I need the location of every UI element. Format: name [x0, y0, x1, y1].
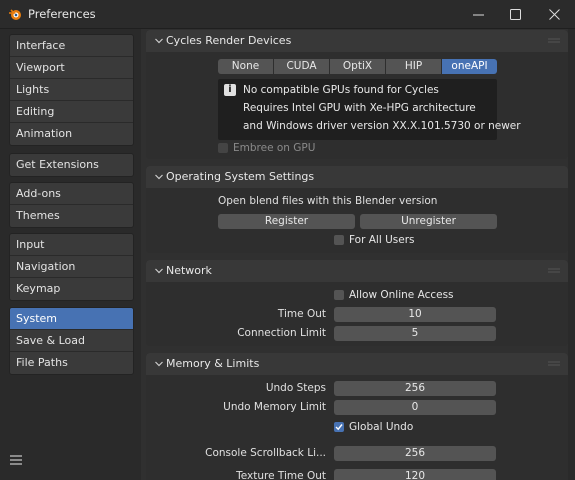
- undo-steps-label: Undo Steps: [265, 382, 326, 394]
- preferences-sidebar: Interface Viewport Lights Editing Animat…: [0, 29, 141, 480]
- embree-gpu-checkbox[interactable]: [218, 143, 228, 153]
- unregister-button[interactable]: Unregister: [360, 214, 497, 229]
- for-all-users-row[interactable]: For All Users: [334, 233, 415, 247]
- preferences-main-area: Cycles Render Devices None CUDA OptiX HI…: [146, 29, 568, 480]
- undo-steps-field[interactable]: 256: [334, 381, 496, 396]
- device-type-selector: None CUDA OptiX HIP oneAPI: [218, 59, 497, 74]
- sidebar-item-keymap[interactable]: Keymap: [10, 278, 133, 300]
- allow-online-label: Allow Online Access: [349, 289, 454, 301]
- panel-title: Memory & Limits: [166, 357, 260, 370]
- panel-title: Cycles Render Devices: [166, 34, 292, 47]
- for-all-users-checkbox[interactable]: [334, 235, 344, 245]
- minimize-button[interactable]: [459, 0, 497, 28]
- sidebar-item-animation[interactable]: Animation: [10, 123, 133, 145]
- main-scrollbar[interactable]: [568, 29, 575, 480]
- chevron-down-icon: [155, 268, 163, 274]
- texture-timeout-field[interactable]: 120: [334, 469, 496, 480]
- hamburger-menu-icon[interactable]: [10, 455, 22, 465]
- sidebar-item-editing[interactable]: Editing: [10, 101, 133, 123]
- for-all-users-label: For All Users: [349, 234, 415, 246]
- sidebar-item-navigation[interactable]: Navigation: [10, 256, 133, 278]
- embree-gpu-row[interactable]: Embree on GPU: [218, 141, 315, 155]
- panel-title: Operating System Settings: [166, 170, 315, 183]
- console-scrollback-field[interactable]: 256: [334, 446, 496, 461]
- info-icon: i: [224, 84, 236, 96]
- drag-grip-icon[interactable]: [548, 37, 560, 45]
- maximize-icon: [509, 8, 521, 20]
- texture-timeout-label: Texture Time Out: [236, 470, 326, 480]
- timeout-field[interactable]: 10: [334, 307, 496, 322]
- drag-grip-icon[interactable]: [548, 267, 560, 275]
- blender-logo-icon: [9, 9, 21, 20]
- chevron-down-icon: [155, 361, 163, 367]
- sidebar-item-viewport[interactable]: Viewport: [10, 57, 133, 79]
- info-line: Requires Intel GPU with Xe-HPG architect…: [243, 102, 476, 114]
- window-title: Preferences: [28, 7, 96, 21]
- register-button[interactable]: Register: [218, 214, 355, 229]
- close-button[interactable]: [535, 0, 573, 28]
- console-scrollback-label: Console Scrollback Li...: [205, 447, 326, 459]
- nav-group-system: System Save & Load File Paths: [9, 307, 134, 375]
- global-undo-label: Global Undo: [349, 421, 414, 433]
- panel-header-memory[interactable]: Memory & Limits: [146, 353, 568, 375]
- allow-online-checkbox[interactable]: [334, 290, 344, 300]
- panel-network: Network Allow Online Access Time Out 10 …: [146, 260, 568, 346]
- nav-group-input: Input Navigation Keymap: [9, 233, 134, 301]
- chevron-down-icon: [155, 38, 163, 44]
- device-option-cuda[interactable]: CUDA: [274, 59, 329, 74]
- allow-online-row[interactable]: Allow Online Access: [334, 288, 454, 302]
- nav-group-general: Interface Viewport Lights Editing Animat…: [9, 34, 134, 146]
- sidebar-item-add-ons[interactable]: Add-ons: [10, 183, 133, 205]
- panel-memory-limits: Memory & Limits Undo Steps 256 Undo Memo…: [146, 353, 568, 480]
- sidebar-item-system[interactable]: System: [10, 308, 133, 330]
- nav-group-addons: Add-ons Themes: [9, 182, 134, 228]
- info-line: No compatible GPUs found for Cycles: [243, 84, 439, 96]
- gpu-info-box: i No compatible GPUs found for Cycles Re…: [218, 79, 521, 140]
- global-undo-row[interactable]: Global Undo: [334, 420, 413, 434]
- open-blend-description: Open blend files with this Blender versi…: [218, 195, 438, 207]
- checkmark-icon: [335, 424, 343, 431]
- global-undo-checkbox[interactable]: [334, 422, 344, 432]
- sidebar-item-interface[interactable]: Interface: [10, 35, 133, 57]
- undo-memory-field[interactable]: 0: [334, 400, 496, 415]
- sidebar-item-save-load[interactable]: Save & Load: [10, 330, 133, 352]
- sidebar-item-lights[interactable]: Lights: [10, 79, 133, 101]
- sidebar-item-file-paths[interactable]: File Paths: [10, 352, 133, 374]
- sidebar-item-themes[interactable]: Themes: [10, 205, 133, 227]
- panel-header-cycles[interactable]: Cycles Render Devices: [146, 30, 568, 52]
- maximize-button[interactable]: [496, 0, 534, 28]
- minimize-icon: [472, 14, 484, 15]
- chevron-down-icon: [155, 174, 163, 180]
- undo-memory-label: Undo Memory Limit: [223, 401, 326, 413]
- device-option-hip[interactable]: HIP: [386, 59, 441, 74]
- sidebar-item-get-extensions[interactable]: Get Extensions: [10, 154, 133, 176]
- close-icon: [548, 8, 560, 20]
- drag-grip-icon[interactable]: [548, 360, 560, 368]
- nav-group-extensions: Get Extensions: [9, 153, 134, 177]
- panel-header-network[interactable]: Network: [146, 260, 568, 282]
- timeout-label: Time Out: [277, 308, 326, 320]
- panel-cycles-render-devices: Cycles Render Devices None CUDA OptiX HI…: [146, 30, 568, 159]
- connection-limit-field[interactable]: 5: [334, 326, 496, 341]
- device-option-optix[interactable]: OptiX: [330, 59, 385, 74]
- panel-os-settings: Operating System Settings Open blend fil…: [146, 166, 568, 253]
- connection-limit-label: Connection Limit: [237, 327, 326, 339]
- sidebar-item-input[interactable]: Input: [10, 234, 133, 256]
- device-option-oneapi[interactable]: oneAPI: [442, 59, 497, 74]
- info-line: and Windows driver version XX.X.101.5730…: [243, 120, 521, 132]
- panel-header-os[interactable]: Operating System Settings: [146, 166, 568, 188]
- embree-gpu-label: Embree on GPU: [233, 142, 316, 154]
- title-bar: Preferences: [0, 0, 575, 29]
- panel-title: Network: [166, 264, 212, 277]
- device-option-none[interactable]: None: [218, 59, 273, 74]
